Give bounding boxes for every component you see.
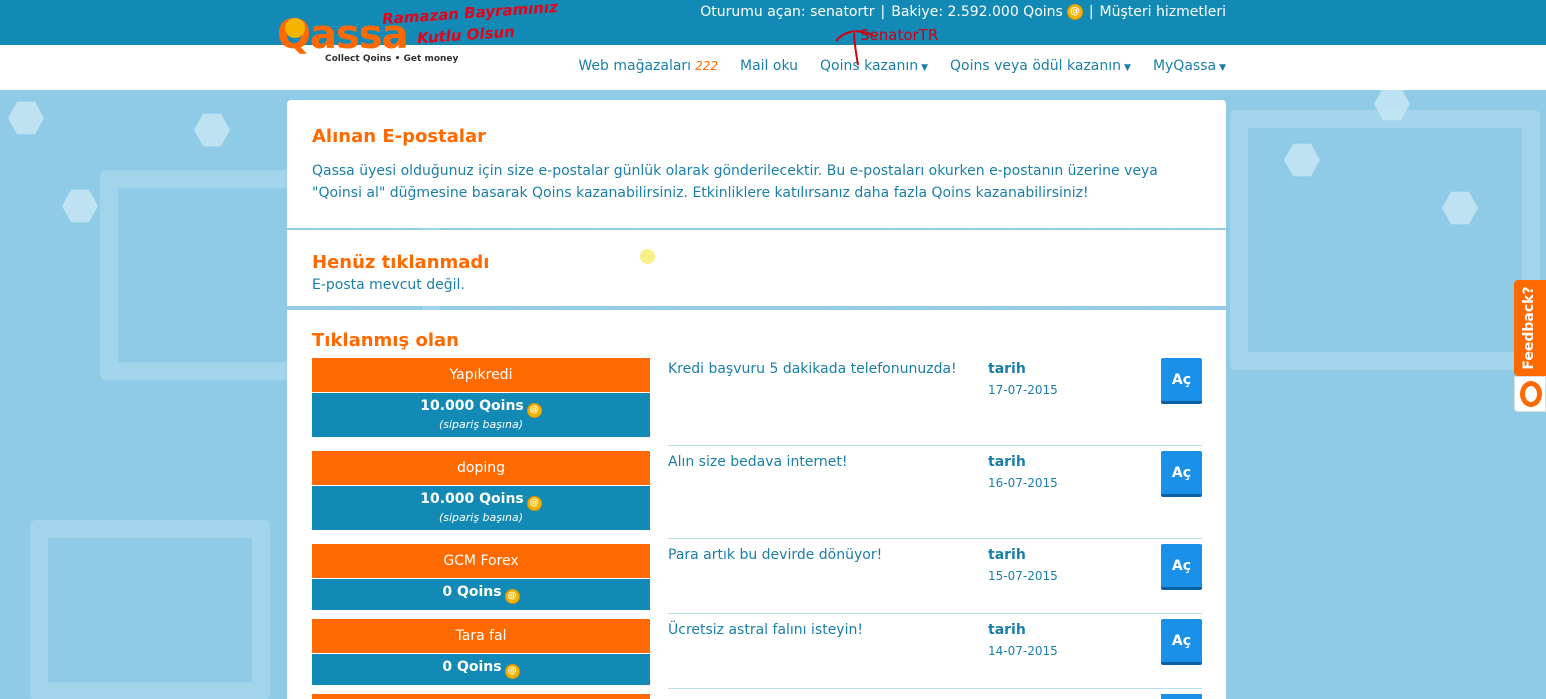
merchant-reward: 0 Qoins @ bbox=[312, 578, 650, 610]
logo-coin-icon bbox=[285, 18, 305, 38]
qassa-q-icon[interactable] bbox=[1514, 376, 1546, 412]
caret-down-icon: ▼ bbox=[1124, 63, 1131, 73]
divider bbox=[287, 307, 1226, 308]
background-envelope bbox=[30, 520, 270, 699]
row-divider bbox=[668, 538, 1202, 539]
date-label: tarih bbox=[988, 454, 1026, 470]
qoins-coin-icon: @ bbox=[504, 589, 520, 604]
nav-web-shops[interactable]: Web mağazaları 222 bbox=[578, 58, 718, 74]
merchant-card-partial[interactable] bbox=[312, 694, 650, 699]
nav-earn-rewards[interactable]: Qoins veya ödül kazanın ▼ bbox=[950, 58, 1131, 74]
row-divider bbox=[668, 445, 1202, 446]
merchant-name: GCM Forex bbox=[312, 544, 650, 578]
reward-per: (sipariş başına) bbox=[438, 418, 524, 431]
open-button-partial[interactable] bbox=[1161, 694, 1202, 699]
merchant-name: Yapıkredi bbox=[312, 358, 650, 392]
merchant-reward: 0 Qoins @ bbox=[312, 653, 650, 685]
background-hexagon bbox=[194, 113, 230, 147]
nav-label: Qoins veya ödül kazanın bbox=[950, 58, 1122, 74]
merchant-card[interactable]: GCM Forex 0 Qoins @ bbox=[312, 544, 650, 610]
separator: | bbox=[880, 4, 886, 20]
date-value: 16-07-2015 bbox=[988, 476, 1058, 490]
customer-service-link[interactable]: Müşteri hizmetleri bbox=[1100, 4, 1226, 20]
section-title: Henüz tıklanmadı bbox=[312, 252, 490, 273]
qoins-coin-icon: @ bbox=[1066, 4, 1083, 20]
open-button[interactable]: Aç bbox=[1161, 451, 1202, 497]
date-label: tarih bbox=[988, 361, 1026, 377]
background-hexagon bbox=[62, 189, 98, 223]
nav-label: MyQassa bbox=[1152, 58, 1217, 74]
holiday-banner-line1: Ramazan Bayramınız bbox=[381, 0, 559, 29]
nav-bar: Web mağazaları 222 Mail oku Qoins kazanın… bbox=[0, 45, 1546, 90]
cursor-highlight bbox=[640, 249, 655, 264]
nav-read-mail[interactable]: Mail oku bbox=[740, 58, 798, 74]
qoins-coin-icon: @ bbox=[526, 496, 542, 511]
background-hexagon bbox=[8, 101, 44, 135]
logo-tagline: Collect Qoins • Get money bbox=[325, 54, 459, 64]
reward-per: (sipariş başına) bbox=[438, 511, 524, 524]
section-title: Alınan E-postalar bbox=[312, 126, 486, 147]
row-divider bbox=[668, 688, 1202, 689]
holiday-banner-line2: Kutlu Olsun bbox=[416, 22, 516, 48]
reward-amount: 10.000 Qoins bbox=[420, 491, 524, 507]
caret-down-icon: ▼ bbox=[921, 63, 929, 73]
nav-myqassa[interactable]: MyQassa ▼ bbox=[1153, 58, 1226, 74]
open-button[interactable]: Aç bbox=[1161, 358, 1202, 404]
merchant-card[interactable]: Tara fal 0 Qoins @ bbox=[312, 619, 650, 685]
unclicked-section: Henüz tıklanmadı E-posta mevcut değil. bbox=[287, 230, 1226, 306]
empty-message: E-posta mevcut değil. bbox=[312, 277, 465, 293]
clicked-section: Tıklanmış olan Yapıkredi 10.000 Qoins @ (… bbox=[287, 310, 1226, 699]
merchant-card[interactable]: doping 10.000 Qoins @ (sipariş başına) bbox=[312, 451, 650, 530]
session-link[interactable]: Oturumu açan: senatortr bbox=[700, 4, 874, 20]
date-label: tarih bbox=[988, 622, 1026, 638]
reward-amount: 0 Qoins bbox=[442, 659, 502, 675]
account-links: Oturumu açan: senatortr | Bakiye: 2.592.… bbox=[700, 4, 1226, 20]
balance-label: Bakiye: 2.592.000 Qoins bbox=[891, 4, 1063, 20]
shop-count-badge: 222 bbox=[695, 59, 718, 73]
feedback-label: Feedback? bbox=[1521, 286, 1537, 370]
background-envelope bbox=[1230, 110, 1540, 370]
top-bar: Oturumu açan: senatortr | Bakiye: 2.592.… bbox=[0, 0, 1546, 45]
qoins-coin-icon: @ bbox=[526, 403, 542, 418]
qassa-logo[interactable]: Qassa Collect Qoins • Get money Ramazan … bbox=[277, 0, 558, 69]
merchant-reward: 10.000 Qoins @ (sipariş başına) bbox=[312, 485, 650, 530]
date-value: 14-07-2015 bbox=[988, 644, 1058, 658]
received-emails-section: Alınan E-postalar Qassa üyesi olduğunuz … bbox=[287, 100, 1226, 228]
merchant-name: doping bbox=[312, 451, 650, 485]
email-subject[interactable]: Para artık bu devirde dönüyor! bbox=[668, 547, 882, 563]
merchant-reward: 10.000 Qoins @ (sipariş başına) bbox=[312, 392, 650, 437]
merchant-name: Tara fal bbox=[312, 619, 650, 653]
caret-down-icon: ▼ bbox=[1219, 63, 1226, 73]
email-subject[interactable]: Kredi başvuru 5 dakikada telefonunuzda! bbox=[668, 361, 957, 377]
reward-amount: 10.000 Qoins bbox=[420, 398, 524, 414]
feedback-tab[interactable]: Feedback? bbox=[1514, 280, 1546, 376]
section-title: Tıklanmış olan bbox=[312, 330, 459, 351]
reward-amount: 0 Qoins bbox=[442, 584, 502, 600]
email-subject[interactable]: Alın size bedava internet! bbox=[668, 454, 848, 470]
email-subject[interactable]: Ücretsiz astral falını isteyin! bbox=[668, 622, 863, 638]
separator: | bbox=[1088, 4, 1094, 20]
nav-label: Web mağazaları bbox=[578, 58, 692, 74]
section-description: Qassa üyesi olduğunuz için size e-postal… bbox=[312, 163, 1158, 201]
date-label: tarih bbox=[988, 547, 1026, 563]
merchant-card[interactable]: Yapıkredi 10.000 Qoins @ (sipariş başına) bbox=[312, 358, 650, 437]
open-button[interactable]: Aç bbox=[1161, 544, 1202, 590]
main-nav: Web mağazaları 222 Mail oku Qoins kazanın… bbox=[578, 58, 1226, 74]
date-value: 17-07-2015 bbox=[988, 383, 1058, 397]
row-divider bbox=[668, 613, 1202, 614]
open-button[interactable]: Aç bbox=[1161, 619, 1202, 665]
qoins-coin-icon: @ bbox=[504, 664, 520, 679]
nav-label: Mail oku bbox=[739, 58, 798, 74]
date-value: 15-07-2015 bbox=[988, 569, 1058, 583]
handwritten-annotation: SenatorTR bbox=[860, 26, 939, 44]
